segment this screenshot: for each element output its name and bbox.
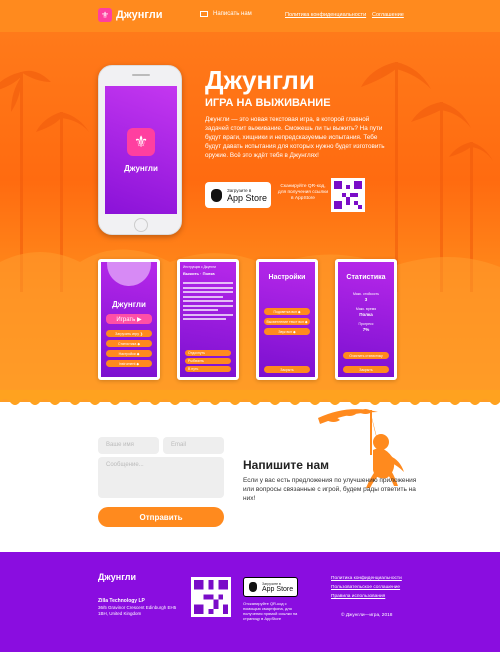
mail-icon	[200, 11, 208, 17]
footer-title: Джунгли	[98, 572, 137, 582]
appstore-big-label: App Store	[227, 192, 268, 203]
apple-icon	[211, 188, 222, 202]
logo-icon: ⚜	[98, 8, 112, 22]
footer-address: 36/5 Gravinor Crescent Edinburgh EH5 1BH…	[98, 605, 177, 616]
shot1-btn: Настройки ◆	[106, 350, 152, 357]
hero-subtitle: ИГРА НА ВЫЖИВАНИЕ	[205, 97, 331, 109]
footer-agreement-link[interactable]: Пользовательское соглашение	[331, 585, 400, 590]
write-us-label: Написать нам	[213, 11, 252, 17]
shot4-line: Прогресс	[358, 322, 374, 326]
shot1-title: Джунгли	[112, 300, 146, 309]
moon-shape	[107, 262, 151, 286]
shot2-option: Отдохнуть	[185, 350, 231, 356]
shot2-sub: Выжить · Полка	[183, 271, 215, 276]
privacy-link[interactable]: Политика конфиденциальности	[285, 12, 366, 18]
contact-title: Напишите нам	[243, 458, 330, 472]
screenshot-main-menu: Джунгли Играть ▶ Загрузить игру ❯ Статис…	[98, 259, 160, 380]
shot4-line: Макс. стойкость	[352, 292, 380, 296]
appstore-button[interactable]: Загрузите в App Store	[205, 182, 271, 208]
shot2-text-block	[183, 282, 233, 342]
footer-privacy-link[interactable]: Политика конфиденциальности	[331, 576, 402, 581]
wave-divider	[0, 390, 500, 405]
shot4-btn: Закрыть	[343, 366, 389, 373]
email-input[interactable]: Email	[163, 437, 224, 454]
contact-description: Если у вас есть предложения по улучшению…	[243, 477, 417, 502]
logo[interactable]: ⚜ Джунгли	[98, 8, 162, 22]
shot2-header: Инструкция с Джунгли	[183, 265, 216, 269]
footer-qr-caption: Отсканируйте QR-код с помощью смартфона,…	[243, 601, 298, 621]
shot3-btn: Высветление текст вкл ◆	[264, 318, 310, 325]
footer-company: Zilla Technology LP	[98, 598, 145, 604]
logo-text: Джунгли	[116, 9, 163, 21]
footer-copyright: © Джунгли—игра, 2018	[341, 613, 393, 618]
hero-section: ⚜ Джунгли Джунгли ИГРА НА ВЫЖИВАНИЕ Джун…	[0, 32, 500, 402]
shot1-play-button: Играть ▶	[106, 314, 152, 324]
phone-screen: ⚜ Джунгли	[105, 86, 177, 214]
shot4-line: Макс. время	[355, 307, 377, 311]
shot4-value: 7%	[362, 327, 370, 332]
shot2-option: В путь	[185, 366, 231, 372]
write-us-link[interactable]: Написать нам	[200, 11, 252, 17]
qr-caption: Сканируйте QR-код, для получения ссылки …	[277, 184, 329, 201]
screenshot-stats: Статистика Макс. стойкость 3 Макс. время…	[335, 259, 397, 380]
shot3-btn: Звук вкл ◆	[264, 328, 310, 335]
fleur-de-lis-icon: ⚜	[127, 128, 155, 156]
phone-speaker	[132, 74, 150, 76]
message-textarea[interactable]: Сообщение...	[98, 457, 224, 498]
footer-appstore-button[interactable]: Загрузите в App Store	[243, 577, 298, 597]
shot3-title: Настройки	[268, 274, 306, 281]
agreement-link[interactable]: Соглашение	[372, 12, 404, 18]
screenshot-settings: Настройки Подсветка вкл ◆ Высветление те…	[256, 259, 318, 380]
send-button[interactable]: Отправить	[98, 507, 224, 527]
shot3-close: Закрыть	[264, 366, 310, 373]
hero-title: Джунгли	[205, 65, 315, 95]
shot4-value: 3	[364, 297, 368, 302]
screenshot-game: Инструкция с Джунгли Выжить · Полка Отдо…	[177, 259, 239, 380]
name-input[interactable]: Ваше имя	[98, 437, 159, 454]
footer: Джунгли Zilla Technology LP 36/5 Gravino…	[0, 552, 500, 652]
qr-code	[331, 178, 365, 212]
top-nav: ⚜ Джунгли Написать нам Политика конфиден…	[0, 0, 500, 32]
hero-description: Джунгли — это новая текстовая игра, в ко…	[205, 116, 385, 159]
phone-app-name: Джунгли	[124, 164, 158, 173]
shot2-option: Рыбачить	[185, 358, 231, 364]
shot1-btn: Статистика ◆	[106, 340, 152, 347]
shot4-value: Полка	[359, 312, 373, 317]
shot4-btn: Очистить статистику	[343, 352, 389, 359]
phone-mockup: ⚜ Джунгли	[98, 65, 182, 235]
apple-icon	[249, 582, 257, 592]
phone-home-button	[134, 218, 148, 232]
footer-appstore-big: App Store	[262, 585, 294, 593]
shot1-btn: Загрузить игру ❯	[106, 330, 152, 337]
shot4-title: Статистика	[346, 274, 386, 281]
footer-qr-code	[191, 577, 231, 617]
monkey-illustration	[318, 409, 404, 488]
footer-rules-link[interactable]: Правила использования	[331, 594, 385, 599]
shot3-btn: Подсветка вкл ◆	[264, 308, 310, 315]
shot1-btn: Instrument ◆	[106, 360, 152, 367]
